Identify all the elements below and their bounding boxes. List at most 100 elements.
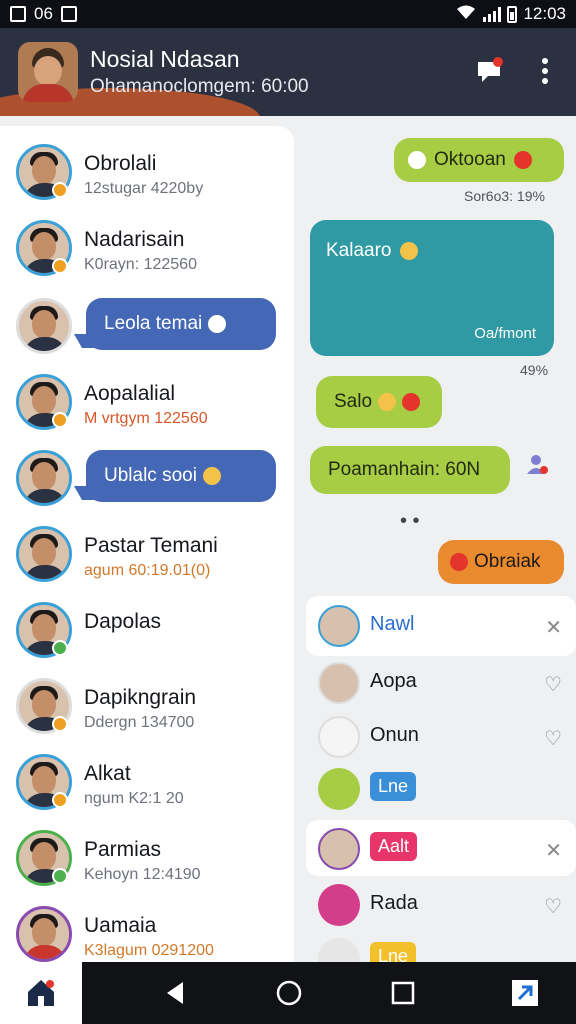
typing-indicator: • •: [400, 510, 420, 532]
heart-icon[interactable]: ♡: [544, 726, 562, 751]
message-text: Leola temai: [104, 313, 203, 334]
message-bubble[interactable]: Kalaaro Oa/fmont: [310, 220, 554, 356]
list-item[interactable]: Nawl ✕: [306, 599, 576, 653]
status-dot: [52, 412, 68, 428]
list-item-label: Aopa: [370, 670, 417, 692]
message-text: Oktooan: [434, 149, 506, 170]
contact-name: Uamaia: [84, 914, 157, 937]
contact-icon[interactable]: [524, 452, 550, 478]
message-bubble[interactable]: Salo: [316, 376, 442, 428]
emoji-icon: [513, 151, 532, 169]
list-item[interactable]: Aopa ♡: [306, 656, 576, 710]
contact-name: Dapikngrain: [84, 686, 197, 709]
contact-name: Obrolali: [84, 152, 157, 175]
tag-label: Lne: [370, 942, 417, 962]
close-icon[interactable]: ✕: [545, 838, 562, 863]
contact-item[interactable]: Obrolali 12stugar 4220by: [0, 132, 294, 208]
contact-item[interactable]: Pastar Temani agum 60:19.01(0): [0, 514, 294, 590]
avatar: [318, 884, 360, 926]
avatar: [318, 716, 360, 758]
avatar: [318, 605, 360, 647]
avatar: [16, 450, 72, 506]
profile-avatar[interactable]: [18, 42, 78, 102]
avatar: [16, 906, 72, 962]
emoji-icon: [450, 553, 468, 571]
list-item[interactable]: Lne: [306, 762, 576, 816]
message-bubble[interactable]: Ublalc sooi: [86, 450, 276, 502]
message-bubble[interactable]: Poamanhain: 60N: [310, 446, 510, 494]
emoji-icon: [402, 393, 421, 411]
wifi-icon: [455, 4, 477, 25]
chat-title: Nosial Ndasan: [90, 46, 240, 72]
heart-icon[interactable]: ♡: [544, 894, 562, 919]
heart-icon[interactable]: ♡: [544, 672, 562, 697]
contacts-panel: Obrolali 12stugar 4220by Nadarisain K0ra…: [0, 126, 294, 962]
message-text: Salo: [334, 391, 373, 412]
chat-bubble-icon[interactable]: [472, 54, 506, 88]
contact-item[interactable]: Alkat ngum K2:1 20: [0, 742, 294, 818]
status-dot: [52, 716, 68, 732]
emoji-icon: [399, 242, 418, 260]
message-text: Kalaaro: [326, 240, 392, 261]
contact-item[interactable]: Dapolas: [0, 590, 294, 666]
contact-meta: 12stugar 4220by: [84, 180, 204, 197]
message-bubble[interactable]: Obraiak: [438, 540, 564, 584]
message-text: Poamanhain: 60N: [328, 459, 481, 480]
contact-name: Pastar Temani: [84, 534, 218, 557]
status-dot: [52, 792, 68, 808]
list-item[interactable]: Onun ♡: [306, 710, 576, 764]
contact-item[interactable]: Aopalalial M vrtgym 122560: [0, 362, 294, 438]
contact-name: Aopalalial: [84, 382, 176, 405]
contact-item[interactable]: Dapikngrain Ddergn 134700: [0, 666, 294, 742]
reaction-icon: [208, 315, 227, 333]
contact-item[interactable]: Nadarisain K0rayn: 122560: [0, 208, 294, 284]
chat-subtitle: Ohamanoclomgem: 60:00: [90, 76, 309, 97]
tag-label: Lne: [370, 772, 417, 801]
list-item[interactable]: Rada ♡: [306, 878, 576, 932]
contact-item[interactable]: Parmias Kehoyn 12:4190: [0, 818, 294, 894]
back-icon[interactable]: [158, 976, 192, 1010]
share-icon[interactable]: [508, 976, 542, 1010]
avatar: [318, 938, 360, 962]
battery-icon: [507, 5, 518, 23]
chat-panel: Oktooan Sor6o3: 19% Kalaaro Oa/fmont 49%…: [306, 126, 576, 962]
contact-meta: K0rayn: 122560: [84, 256, 197, 273]
message-bubble[interactable]: Leola temai: [86, 298, 276, 350]
app-bar: Nosial Ndasan Ohamanoclomgem: 60:00: [0, 28, 576, 116]
avatar: [318, 662, 360, 704]
status-time: 12:03: [523, 4, 566, 23]
notification-icon: [10, 6, 26, 22]
status-bar: 06 12:03: [0, 0, 576, 28]
navigation-bar: [0, 962, 576, 1024]
avatar: [16, 298, 72, 354]
message-bubble[interactable]: Oktooan: [394, 138, 564, 182]
emoji-icon: [408, 151, 426, 169]
contact-name: Nadarisain: [84, 228, 185, 251]
list-item-label: Rada: [370, 892, 418, 914]
more-options-icon[interactable]: [528, 54, 562, 88]
status-dot: [52, 640, 68, 656]
avatar: [318, 828, 360, 870]
tag-label: Aalt: [370, 832, 418, 861]
contact-name: Alkat: [84, 762, 131, 785]
home-icon[interactable]: [0, 962, 82, 1024]
contact-meta: Kehoyn 12:4190: [84, 866, 201, 883]
status-dot: [52, 868, 68, 884]
close-icon[interactable]: ✕: [545, 615, 562, 640]
recents-icon[interactable]: [386, 976, 420, 1010]
list-item-label: Nawl: [370, 613, 415, 635]
avatar: [16, 526, 72, 582]
list-item[interactable]: Aalt ✕: [306, 822, 576, 876]
list-item-label: Onun: [370, 724, 419, 746]
contact-meta: M vrtgym 122560: [84, 410, 208, 427]
signal-icon: [483, 6, 502, 22]
message-subtext: Oa/fmont: [474, 325, 536, 342]
home-circle-icon[interactable]: [272, 976, 306, 1010]
list-item[interactable]: Lne: [306, 932, 576, 962]
emoji-icon: [202, 467, 221, 485]
contact-item[interactable]: Uamaia K3lagum 0291200: [0, 894, 294, 962]
message-meta: 49%: [520, 362, 549, 378]
image-icon: [60, 6, 77, 22]
contact-meta: ngum K2:1 20: [84, 790, 184, 807]
message-text: Ublalc sooi: [104, 465, 197, 486]
